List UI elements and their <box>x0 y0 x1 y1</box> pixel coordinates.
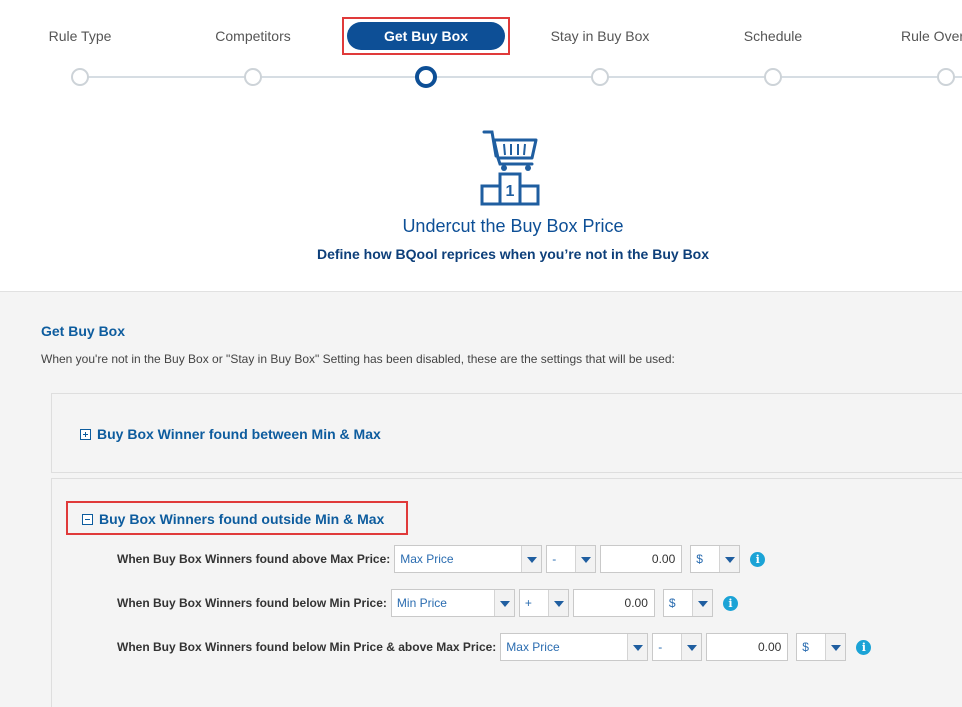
panel-title: Buy Box Winners found outside Min & Max <box>99 511 385 527</box>
row-label: When Buy Box Winners found below Min Pri… <box>117 640 497 654</box>
chevron-down-icon[interactable] <box>521 546 542 572</box>
unit-select[interactable]: $ <box>796 633 847 661</box>
amount-input[interactable]: 0.00 <box>572 589 655 617</box>
step-dot-rule-overview[interactable] <box>937 68 955 86</box>
expand-icon[interactable] <box>80 428 91 440</box>
section-title: Get Buy Box <box>41 323 126 339</box>
info-icon[interactable]: i <box>722 595 738 611</box>
amount-input[interactable]: 0.00 <box>706 633 789 661</box>
chevron-down-icon[interactable] <box>681 634 702 660</box>
step-dot-rule-type[interactable] <box>71 68 89 86</box>
toggle-outside-min-max[interactable]: Buy Box Winners found outside Min & Max <box>82 511 384 527</box>
select-value: $ <box>696 552 703 566</box>
chevron-down-icon[interactable] <box>575 546 596 572</box>
amount-input[interactable]: 0.00 <box>600 545 683 573</box>
rule-row-below-min: When Buy Box Winners found below Min Pri… <box>117 588 738 618</box>
podium-number: 1 <box>506 183 515 200</box>
step-dot-stay-in-buy-box[interactable] <box>591 68 609 86</box>
operator-select[interactable]: - <box>546 545 597 573</box>
chevron-down-icon[interactable] <box>493 590 514 616</box>
select-value: - <box>552 552 557 566</box>
step-schedule[interactable]: Schedule <box>744 28 802 44</box>
panel-title: Buy Box Winner found between Min & Max <box>97 426 381 442</box>
panel-between-min-max: Buy Box Winner found between Min & Max <box>51 393 962 473</box>
collapse-icon[interactable] <box>82 513 93 525</box>
step-get-buy-box-highlight: Get Buy Box <box>342 17 510 55</box>
step-dot-schedule[interactable] <box>764 68 782 86</box>
info-icon[interactable]: i <box>750 551 766 567</box>
info-icon[interactable]: i <box>856 639 872 655</box>
step-dot-get-buy-box[interactable] <box>415 66 437 88</box>
unit-select[interactable]: $ <box>662 589 713 617</box>
rule-row-above-max: When Buy Box Winners found above Max Pri… <box>117 544 766 574</box>
toggle-between-min-max[interactable]: Buy Box Winner found between Min & Max <box>80 426 381 442</box>
select-value: Min Price <box>396 596 447 610</box>
chevron-down-icon[interactable] <box>825 634 846 660</box>
operator-select[interactable]: + <box>518 589 569 617</box>
base-price-select[interactable]: Min Price <box>390 589 515 617</box>
unit-select[interactable]: $ <box>690 545 741 573</box>
select-value: + <box>524 596 532 610</box>
row-label: When Buy Box Winners found below Min Pri… <box>117 596 387 610</box>
chevron-down-icon[interactable] <box>627 634 648 660</box>
panel-outside-min-max: Buy Box Winners found outside Min & Max … <box>51 478 962 707</box>
select-value: Max Price <box>400 552 454 566</box>
select-value: - <box>658 640 663 654</box>
section-description: When you're not in the Buy Box or "Stay … <box>41 352 675 366</box>
select-value: Max Price <box>506 640 560 654</box>
hero-subtitle: Define how BQool reprices when you’re no… <box>316 246 710 262</box>
step-dot-competitors[interactable] <box>244 68 262 86</box>
toggle-highlight: Buy Box Winners found outside Min & Max <box>66 501 408 535</box>
operator-select[interactable]: - <box>652 633 703 661</box>
step-stay-in-buy-box[interactable]: Stay in Buy Box <box>551 28 650 44</box>
chevron-down-icon[interactable] <box>691 590 712 616</box>
row-label: When Buy Box Winners found above Max Pri… <box>117 552 391 566</box>
select-value: $ <box>668 596 676 610</box>
hero-section: 1 Undercut the Buy Box Price Define how … <box>0 110 962 292</box>
base-price-select[interactable]: Max Price <box>500 633 649 661</box>
select-value: $ <box>802 640 809 654</box>
chevron-down-icon[interactable] <box>719 546 740 572</box>
hero-title: Undercut the Buy Box Price <box>402 216 624 236</box>
step-rule-type[interactable]: Rule Type <box>49 28 112 44</box>
rule-row-below-min-above-max: When Buy Box Winners found below Min Pri… <box>117 632 872 662</box>
chevron-down-icon[interactable] <box>547 590 568 616</box>
base-price-select[interactable]: Max Price <box>394 545 543 573</box>
stepper-track <box>80 76 962 78</box>
step-competitors[interactable]: Competitors <box>215 28 290 44</box>
step-get-buy-box[interactable]: Get Buy Box <box>347 22 505 50</box>
settings-area: Get Buy Box When you're not in the Buy B… <box>0 292 962 707</box>
wizard-stepper: Rule Type Competitors Get Buy Box Stay i… <box>0 0 962 110</box>
step-rule-overview[interactable]: Rule Over <box>901 28 962 44</box>
cart-podium-icon: 1 <box>480 130 540 206</box>
